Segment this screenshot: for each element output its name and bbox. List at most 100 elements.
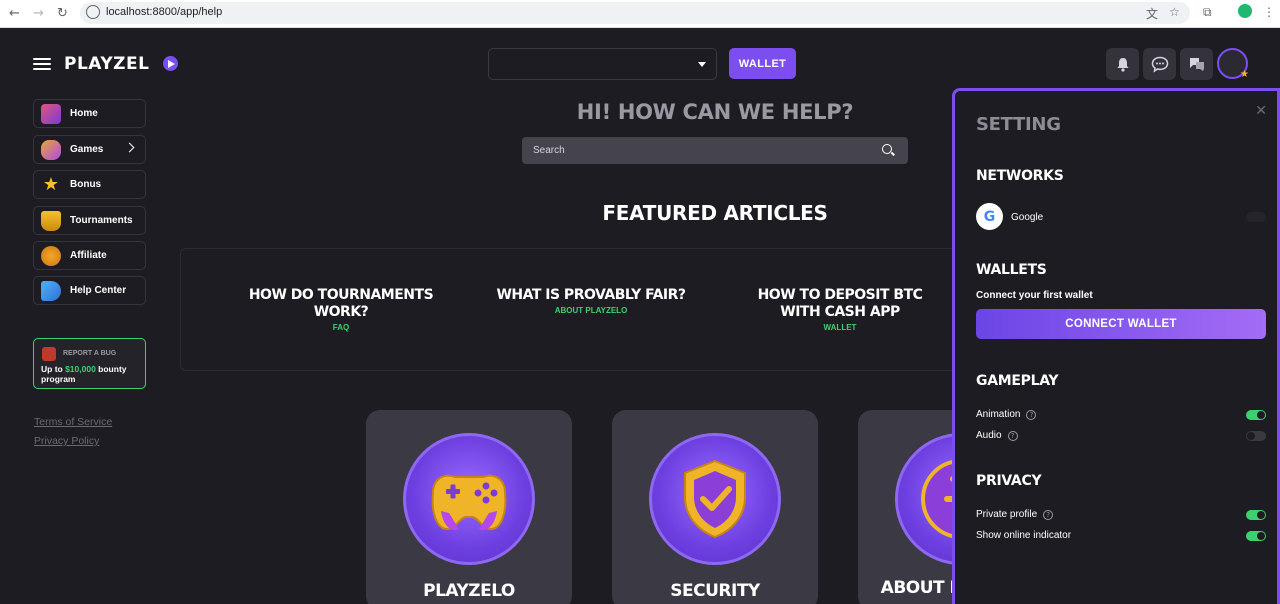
coin-icon <box>41 245 61 266</box>
sidebar-item-label: Tournaments <box>70 215 133 226</box>
gamepad-icon <box>41 139 61 160</box>
article-category: ABOUT PLAYZELO <box>554 306 628 315</box>
bookmark-star-icon[interactable]: ☆ <box>1169 5 1180 19</box>
shield-icon <box>649 433 781 565</box>
wallet-button[interactable]: WALLET <box>729 48 796 79</box>
help-icon[interactable]: ? <box>1043 510 1054 520</box>
toggle-knob <box>1247 432 1255 440</box>
sidebar-item-games[interactable]: Games <box>33 135 146 164</box>
extensions-icon[interactable]: ⧉ <box>1203 5 1212 20</box>
sidebar-item-label: Home <box>70 108 98 119</box>
sidebar-item-home[interactable]: Home <box>33 99 146 128</box>
toggle-knob <box>1257 411 1265 419</box>
networks-heading: NETWORKS <box>976 168 1064 184</box>
private-profile-row: Private profile? <box>976 509 1054 520</box>
logo[interactable]: PLAYZEL <box>64 54 149 74</box>
browser-toolbar: ← → ↻ localhost:8800/app/help 文 ☆ ⧉ ⋮ <box>0 0 1280 28</box>
audio-row: Audio? <box>976 430 1018 441</box>
star-icon: ★ <box>42 173 60 195</box>
terms-of-service-link[interactable]: Terms of Service <box>34 416 112 428</box>
wallets-heading: WALLETS <box>976 262 1047 278</box>
bug-card-text: Up to $10,000 bounty program <box>41 364 143 384</box>
castle-icon <box>41 103 61 124</box>
report-bug-card[interactable]: REPORT A BUG Up to $10,000 bounty progra… <box>33 338 146 389</box>
private-profile-label: Private profile <box>976 509 1038 520</box>
article-category: FAQ <box>332 323 350 332</box>
logo-play-icon <box>163 56 178 71</box>
reload-icon[interactable]: ↻ <box>57 6 68 21</box>
google-icon: G <box>976 203 1003 230</box>
bug-text-before: Up to <box>41 364 66 374</box>
card-title: SECURITY <box>670 581 760 601</box>
settings-title: SETTING <box>976 114 1061 135</box>
menu-icon[interactable] <box>33 58 51 70</box>
google-link-toggle[interactable] <box>1246 212 1266 222</box>
online-indicator-label: Show online indicator <box>976 530 1072 541</box>
gameplay-heading: GAMEPLAY <box>976 373 1059 389</box>
notifications-button[interactable] <box>1106 48 1139 80</box>
url-text: localhost:8800/app/help <box>106 6 223 18</box>
privacy-heading: PRIVACY <box>976 473 1042 489</box>
settings-panel: ✕ SETTING NETWORKS G Google WALLETS Conn… <box>952 88 1280 604</box>
vip-star-icon: ★ <box>1240 69 1249 80</box>
avatar[interactable]: ★ <box>1217 48 1249 80</box>
article-title: HOW TO DEPOSIT BTC WITH CASH APP <box>757 287 923 320</box>
bug-card-title: REPORT A BUG <box>63 350 117 357</box>
forward-icon[interactable]: → <box>33 6 44 21</box>
close-icon[interactable]: ✕ <box>1255 103 1267 119</box>
sidebar-item-label: Bonus <box>70 179 102 190</box>
community-chat-button[interactable] <box>1180 48 1213 80</box>
sidebar-item-bonus[interactable]: ★ Bonus <box>33 170 146 199</box>
help-icon[interactable]: ? <box>1026 410 1037 420</box>
sidebar-item-tournaments[interactable]: Tournaments <box>33 206 146 235</box>
sidebar-item-label: Help Center <box>70 285 127 296</box>
article-category: WALLET <box>823 323 857 332</box>
help-icon[interactable]: ? <box>1007 431 1018 441</box>
connect-wallet-button[interactable]: CONNECT WALLET <box>976 309 1266 339</box>
animation-row: Animation? <box>976 409 1037 420</box>
search-input[interactable]: Search <box>522 137 908 164</box>
chat-bubbles-icon <box>1189 58 1204 71</box>
featured-articles-panel: HOW DO TOURNAMENTS WORK? FAQ WHAT IS PRO… <box>180 248 1000 371</box>
search-icon[interactable] <box>882 144 892 154</box>
audio-label: Audio <box>976 430 1002 441</box>
toggle-knob <box>1257 511 1265 519</box>
chevron-right-icon <box>124 142 135 153</box>
article-item[interactable]: WHAT IS PROVABLY FAIR? ABOUT PLAYZELO <box>491 287 691 315</box>
wallets-subtitle: Connect your first wallet <box>976 290 1093 301</box>
animation-toggle[interactable] <box>1246 410 1266 420</box>
search-placeholder: Search <box>533 145 565 156</box>
privacy-policy-link[interactable]: Privacy Policy <box>34 435 99 447</box>
toggle-knob <box>1257 532 1265 540</box>
back-icon[interactable]: ← <box>9 6 20 21</box>
help-category-card[interactable]: PLAYZELO <box>366 410 572 604</box>
card-title: PLAYZELO <box>423 581 515 601</box>
gamepad-icon <box>403 433 535 565</box>
sidebar-item-label: Affiliate <box>70 250 107 261</box>
article-title: WHAT IS PROVABLY FAIR? <box>496 287 686 303</box>
profile-extension-icon[interactable] <box>1238 4 1252 18</box>
article-title: HOW DO TOURNAMENTS WORK? <box>248 287 434 320</box>
megaphone-icon <box>41 280 61 301</box>
bug-icon <box>42 347 56 361</box>
trophy-icon <box>41 210 61 231</box>
online-indicator-toggle[interactable] <box>1246 531 1266 541</box>
browser-menu-icon[interactable]: ⋮ <box>1263 5 1275 19</box>
bug-bounty-amount: $10,000 <box>65 364 96 374</box>
sidebar-item-affiliate[interactable]: Affiliate <box>33 241 146 270</box>
audio-toggle[interactable] <box>1246 431 1266 441</box>
help-category-card[interactable]: SECURITY <box>612 410 818 604</box>
article-item[interactable]: HOW DO TOURNAMENTS WORK? FAQ <box>231 287 451 332</box>
animation-label: Animation <box>976 409 1021 420</box>
bell-icon <box>1117 57 1128 72</box>
site-info-icon[interactable] <box>86 5 100 19</box>
article-item[interactable]: HOW TO DEPOSIT BTC WITH CASH APP WALLET <box>745 287 935 332</box>
private-profile-toggle[interactable] <box>1246 510 1266 520</box>
address-bar[interactable]: localhost:8800/app/help <box>80 2 1190 24</box>
message-icon <box>1151 56 1168 73</box>
currency-select[interactable] <box>488 48 717 80</box>
translate-icon[interactable]: 文 <box>1146 5 1158 22</box>
sidebar-item-help-center[interactable]: Help Center <box>33 276 146 305</box>
chat-button[interactable] <box>1143 48 1176 80</box>
chevron-down-icon <box>698 62 706 67</box>
